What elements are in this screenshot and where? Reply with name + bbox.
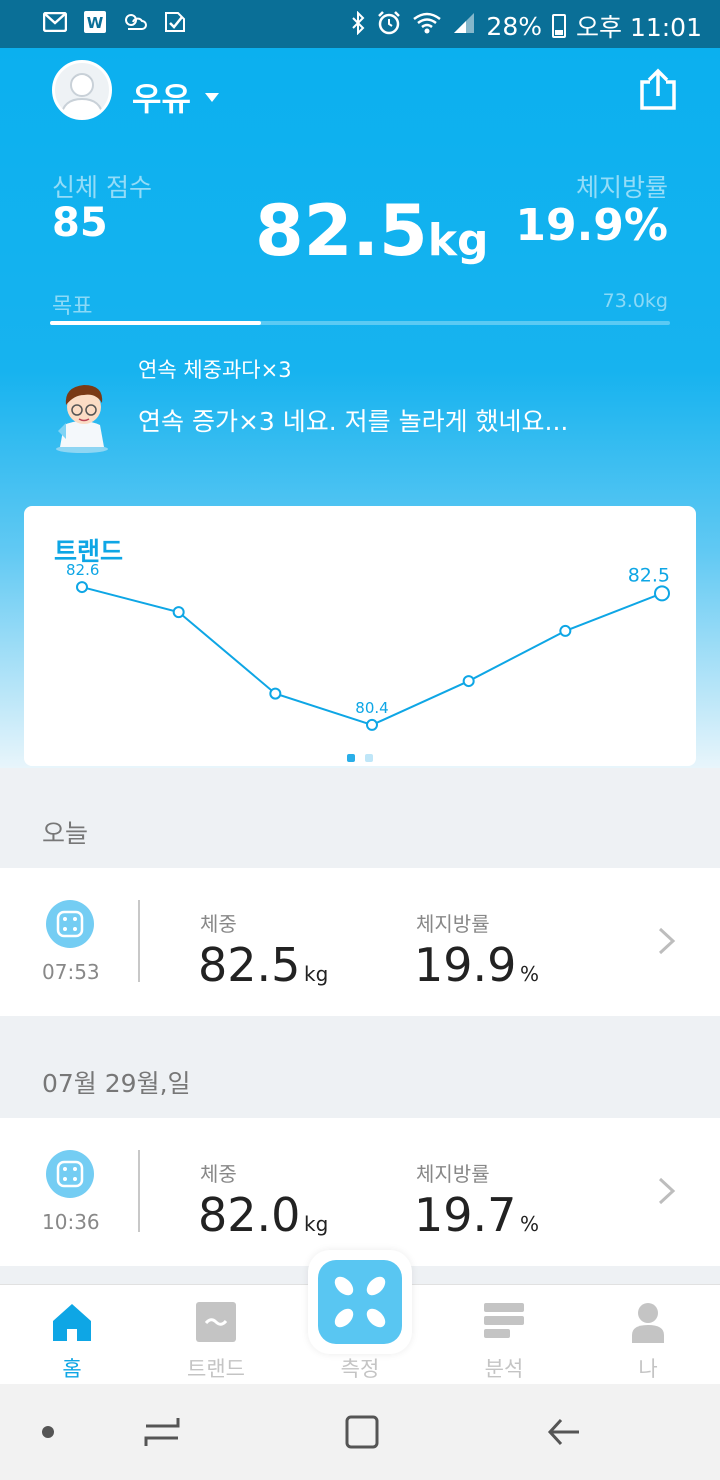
home-button-icon[interactable] (344, 1414, 380, 1450)
section-label-date: 07월 29월,일 (42, 1069, 191, 1098)
nav-trend-label: 트랜드 (187, 1357, 245, 1381)
battery-percent: 28% (486, 11, 542, 41)
clock: 오후 11:01 (576, 13, 702, 42)
weight-label: 체중 (200, 912, 237, 936)
recents-icon[interactable] (142, 1414, 182, 1450)
username: 우유 (132, 80, 191, 118)
record-row[interactable]: 07:53 체중 82.5 kg 체지방률 19.9 % (0, 868, 720, 1016)
trend-chart: 82.6 80.4 82.5 (66, 561, 670, 762)
goal-progress-bar (50, 321, 670, 325)
trend-point[interactable] (76, 581, 88, 594)
record-time: 10:36 (42, 1210, 100, 1234)
divider (138, 900, 140, 982)
system-status: 28% 오후 11:01 (350, 8, 702, 44)
bluetooth-icon (350, 10, 366, 41)
page-indicator-dot[interactable] (347, 754, 355, 762)
signal-icon (452, 11, 476, 41)
record-time: 07:53 (42, 960, 100, 984)
trend-data-label: 82.5 (628, 564, 670, 586)
page-indicator-dot[interactable] (365, 754, 373, 762)
status-bar: W 28% 오후 11:01 (0, 0, 720, 48)
home-icon (53, 1304, 91, 1341)
nav-me-label: 나 (638, 1357, 658, 1381)
profile-switcher[interactable]: 우유 (132, 74, 219, 120)
record-bodyfat: 19.9 (414, 938, 517, 992)
current-weight: 82.5kg (255, 190, 488, 272)
record-weight: 82.0 (198, 1188, 301, 1242)
trend-point[interactable] (269, 687, 282, 700)
record-weight-unit: kg (304, 962, 329, 986)
bodyfat-label: 체지방률 (575, 173, 668, 202)
bodyfat-value: 19.9% (515, 200, 668, 251)
weight-label: 체중 (200, 1162, 237, 1186)
trend-point[interactable] (559, 624, 572, 637)
trend-data-label: 82.6 (66, 561, 99, 579)
score-label: 신체 점수 (52, 173, 152, 202)
record-weight: 82.5 (198, 938, 301, 992)
tip-message[interactable]: 연속 증가×3 네요. 저를 놀라게 했네요... (138, 402, 568, 438)
bodyfat-label: 체지방률 (416, 1162, 490, 1186)
wifi-icon (412, 11, 442, 41)
goal-value: 73.0kg (602, 290, 668, 312)
battery-icon (552, 14, 566, 38)
record-bodyfat-unit: % (520, 1212, 540, 1236)
record-weight-unit: kg (304, 1212, 329, 1236)
goal-label: 목표 (52, 294, 93, 319)
trend-card[interactable]: 트랜드 82.6 80.4 82.5 (24, 506, 696, 766)
person-icon (632, 1303, 664, 1343)
weather-icon (122, 10, 148, 34)
trend-icon (196, 1302, 236, 1342)
nav-measure-label: 측정 (340, 1357, 380, 1381)
bodyfat-label: 체지방률 (416, 912, 490, 936)
dot-icon[interactable] (40, 1424, 56, 1440)
notification-icons: W (42, 10, 188, 34)
svg-text:W: W (87, 14, 104, 32)
back-icon[interactable] (546, 1414, 582, 1450)
score-value: 85 (52, 200, 108, 246)
scale-icon (46, 900, 94, 948)
trend-point[interactable] (172, 606, 185, 619)
goal-progress-fill (50, 321, 261, 325)
trend-point[interactable] (462, 675, 475, 688)
scale-icon (318, 1260, 402, 1344)
measure-button[interactable] (308, 1250, 412, 1354)
share-icon (640, 68, 676, 110)
nav-analysis-label: 분석 (484, 1357, 524, 1381)
avatar[interactable] (52, 60, 112, 120)
chevron-down-icon (204, 92, 219, 102)
analysis-icon (484, 1303, 524, 1338)
record-row[interactable]: 10:36 체중 82.0 kg 체지방률 19.7 % (0, 1118, 720, 1266)
record-bodyfat: 19.7 (414, 1188, 517, 1242)
chevron-right-icon (658, 1177, 676, 1205)
section-label-today: 오늘 (42, 819, 89, 848)
trend-point[interactable] (654, 585, 670, 602)
word-icon: W (82, 10, 108, 34)
scale-icon (46, 1150, 94, 1198)
trend-data-label: 80.4 (355, 699, 388, 717)
alarm-icon (376, 10, 402, 42)
system-nav-bar (0, 1384, 720, 1480)
nav-home-label: 홈 (62, 1357, 82, 1381)
weight-value: 82.5 (255, 190, 428, 272)
share-button[interactable] (636, 68, 680, 112)
trend-point[interactable] (366, 718, 378, 731)
record-bodyfat-unit: % (520, 962, 540, 986)
gmail-icon (42, 10, 68, 34)
coach-avatar (52, 373, 116, 453)
chevron-right-icon (658, 927, 676, 955)
tip-title: 연속 체중과다×3 (138, 358, 292, 382)
divider (138, 1150, 140, 1232)
checklist-icon (162, 10, 188, 34)
weight-unit: kg (427, 215, 489, 266)
